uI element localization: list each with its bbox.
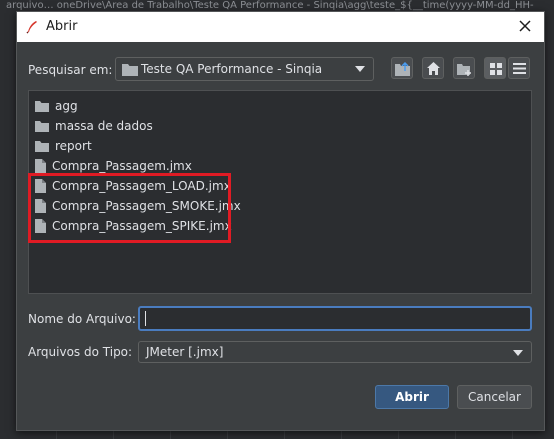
list-item-folder[interactable]: massa de dados [35, 117, 153, 135]
list-item-label: Compra_Passagem_SPIKE.jmx [52, 219, 232, 233]
look-in-value: Teste QA Performance - Sinqia [141, 62, 323, 76]
up-one-level-button[interactable] [391, 57, 413, 79]
file-icon [35, 219, 46, 233]
filetype-combo[interactable]: JMeter [.jmx] [138, 341, 532, 363]
file-icon [35, 199, 46, 213]
folder-icon [35, 100, 49, 112]
chevron-down-icon [355, 66, 365, 72]
filetype-value: JMeter [.jmx] [146, 345, 224, 359]
cancel-button[interactable]: Cancelar [457, 385, 532, 409]
list-item-file[interactable]: Compra_Passagem_SPIKE.jmx [35, 217, 232, 235]
look-in-label: Pesquisar em: [28, 63, 113, 77]
list-view-icon [490, 63, 502, 75]
dialog-title: Abrir [46, 19, 78, 34]
list-item-file[interactable]: Compra_Passagem_SMOKE.jmx [35, 197, 241, 215]
list-item-folder[interactable]: report [35, 137, 92, 155]
chevron-down-icon [513, 350, 523, 356]
folder-icon [35, 140, 49, 152]
text-caret [145, 311, 146, 326]
list-item-label: massa de dados [55, 119, 153, 133]
list-item-folder[interactable]: agg [35, 97, 78, 115]
open-button[interactable]: Abrir [375, 385, 449, 409]
details-view-icon [513, 63, 526, 74]
new-folder-icon [457, 64, 471, 76]
dialog-titlebar: Abrir [17, 12, 544, 42]
list-item-label: Compra_Passagem_LOAD.jmx [52, 179, 231, 193]
list-item-label: Compra_Passagem_SMOKE.jmx [52, 199, 241, 213]
filetype-label: Arquivos do Tipo: [28, 345, 133, 359]
home-button[interactable] [422, 57, 444, 79]
filename-label: Nome do Arquivo: [28, 312, 136, 326]
list-item-file[interactable]: Compra_Passagem_LOAD.jmx [35, 177, 231, 195]
file-icon [35, 159, 46, 173]
open-file-dialog: Abrir Pesquisar em: Teste QA Performance… [16, 11, 545, 431]
list-item-file[interactable]: Compra_Passagem.jmx [35, 157, 192, 175]
close-icon[interactable] [516, 17, 534, 35]
details-view-button[interactable] [508, 57, 530, 79]
list-view-button[interactable] [484, 57, 506, 79]
jmeter-feather-icon [26, 21, 37, 34]
up-one-level-icon [395, 61, 410, 76]
folder-icon [122, 64, 138, 76]
filename-input[interactable] [138, 306, 532, 331]
list-item-label: report [55, 139, 92, 153]
list-item-label: agg [55, 99, 78, 113]
new-folder-button[interactable] [453, 57, 475, 79]
look-in-combo[interactable]: Teste QA Performance - Sinqia [115, 57, 374, 81]
file-icon [35, 179, 46, 193]
list-item-label: Compra_Passagem.jmx [52, 159, 192, 173]
home-icon [427, 62, 440, 75]
file-list[interactable]: agg massa de dados report Compra_Passage… [28, 90, 532, 294]
folder-icon [35, 120, 49, 132]
